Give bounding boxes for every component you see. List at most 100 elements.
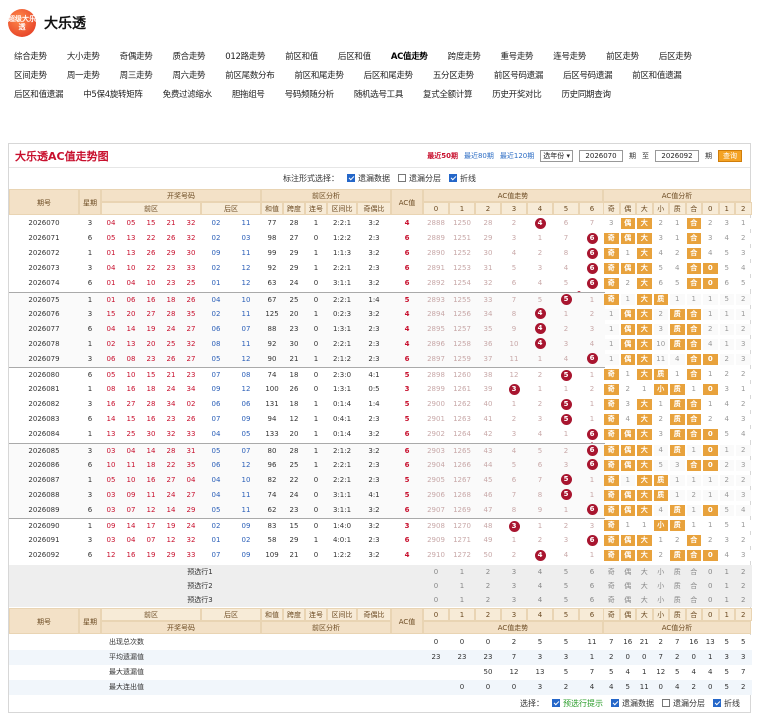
nav-item[interactable]: 跨度走势	[448, 48, 481, 67]
nav-item[interactable]: 前区和值	[285, 48, 318, 67]
footer-option-predict[interactable]: 预选行提示	[552, 698, 603, 709]
nav-item[interactable]: 大小走势	[67, 48, 100, 67]
front-number: 06	[101, 351, 121, 367]
ac-value: 5	[391, 367, 423, 383]
week-cell: 3	[79, 261, 101, 277]
nav-item[interactable]: 重号走势	[500, 48, 533, 67]
ac-col-header: 5	[553, 202, 579, 215]
nav-item[interactable]: 前区和值遗漏	[632, 67, 682, 86]
option-missing-layer[interactable]: 遗漏分层	[398, 173, 441, 184]
ac-miss: 37	[475, 351, 501, 367]
sum-cell: 74	[261, 487, 283, 503]
nav-item[interactable]: AC值走势	[391, 48, 428, 67]
recent-50-link[interactable]: 最近50期	[427, 151, 458, 161]
an-cell: 3	[653, 233, 668, 245]
an-cell: 奇	[604, 399, 619, 411]
ac-miss: 2891	[423, 261, 449, 277]
recent-120-link[interactable]: 最近120期	[500, 151, 534, 161]
nav-item[interactable]: 中5保4旋转矩阵	[83, 86, 143, 105]
nav-item[interactable]: 随机选号工具	[354, 86, 404, 105]
an-col-header: 偶	[619, 608, 636, 622]
nav-item[interactable]: 周六走势	[172, 67, 205, 86]
an-col-header: 1	[718, 608, 735, 622]
week-cell: 6	[79, 412, 101, 428]
nav-item[interactable]: 周三走势	[120, 67, 153, 86]
ac-ball-number: 6	[586, 232, 598, 244]
nav-item[interactable]: 综合走势	[14, 48, 47, 67]
an-cell: 1	[670, 218, 685, 230]
an-col-header: 2	[735, 202, 752, 215]
nav-item[interactable]: 历史同期查询	[561, 86, 611, 105]
ac-ball-number: 4	[534, 217, 546, 229]
nav-item[interactable]: 区间走势	[14, 67, 47, 86]
ac-miss: 1	[579, 472, 605, 488]
ac-miss: 1256	[449, 306, 475, 322]
ac-miss: 28	[475, 216, 501, 232]
par-cell: 1:4	[357, 397, 391, 413]
back-number: 02	[231, 533, 261, 549]
nav-item[interactable]: 胆拖组号	[232, 86, 265, 105]
an-cell: 1	[703, 474, 718, 486]
con-cell: 1	[305, 261, 327, 277]
front-number: 32	[181, 231, 201, 247]
nav-item[interactable]: 后区走势	[659, 48, 692, 67]
con-cell: 0	[305, 382, 327, 398]
an-cell: 合	[686, 233, 701, 245]
to-period-input[interactable]: 2026092	[655, 149, 699, 162]
query-button[interactable]: 查询	[718, 149, 742, 162]
nav-item[interactable]: 前区尾数分布	[225, 67, 275, 86]
nav-item[interactable]: 前区走势	[606, 48, 639, 67]
an-cell: 大	[637, 233, 652, 245]
ac-miss: 1	[579, 397, 605, 413]
ac-miss: 1272	[449, 548, 475, 564]
ac-miss: 2	[579, 306, 605, 322]
nav-item[interactable]: 免费过滤缩水	[163, 86, 213, 105]
an-cell: 奇	[604, 293, 619, 305]
an-cell: 1	[604, 353, 619, 365]
nav-item[interactable]: 奇偶走势	[120, 48, 153, 67]
nav-item[interactable]: 连号走势	[553, 48, 586, 67]
nav-item[interactable]: 前区和尾走势	[294, 67, 344, 86]
front-number: 15	[141, 216, 161, 232]
an-cell: 4	[670, 263, 685, 275]
year-select[interactable]: 选年份 ▾	[540, 149, 573, 162]
nav-item[interactable]: 质合走势	[172, 48, 205, 67]
nav-item[interactable]: 后区和值遗漏	[14, 86, 64, 105]
footer-option-missing[interactable]: 遗漏数据	[611, 698, 654, 709]
option-label: 遗漏数据	[358, 173, 390, 183]
nav-item[interactable]: 五分区走势	[433, 67, 474, 86]
an-cell: 2	[719, 474, 734, 486]
footer-option-line[interactable]: 折线	[713, 698, 740, 709]
an-cell: 3	[736, 338, 751, 350]
nav-item[interactable]: 历史开奖对比	[492, 86, 542, 105]
an-cell: 1	[670, 233, 685, 245]
an-cell: 4	[653, 444, 668, 456]
nav-item[interactable]: 前区号码遗漏	[494, 67, 544, 86]
nav-item[interactable]: 后区和尾走势	[364, 67, 414, 86]
option-missing-data[interactable]: 遗漏数据	[347, 173, 390, 184]
back-number: 11	[231, 216, 261, 232]
an-col-header: 奇	[603, 608, 620, 622]
nav-item[interactable]: 号码频随分析	[285, 86, 335, 105]
nav-item[interactable]: 后区和值	[338, 48, 371, 67]
option-polyline[interactable]: 折线	[449, 173, 476, 184]
from-period-input[interactable]: 2026070	[579, 149, 623, 162]
sum-cell: 88	[261, 321, 283, 337]
sum-cell: 125	[261, 306, 283, 322]
ac-header: AC值	[391, 608, 423, 635]
ac-miss: 2895	[423, 321, 449, 337]
nav-item[interactable]: 周一走势	[67, 67, 100, 86]
footer-option-layer[interactable]: 遗漏分层	[662, 698, 705, 709]
front-number: 29	[161, 548, 181, 564]
nav-item[interactable]: 后区号码遗漏	[563, 67, 613, 86]
an-cell: 奇	[604, 263, 619, 275]
an-cell: 2	[703, 323, 718, 335]
par-cell: 2:3	[357, 351, 391, 367]
recent-80-link[interactable]: 最近80期	[464, 151, 494, 161]
nav-item[interactable]: 复式全额计算	[423, 86, 473, 105]
ratio-cell: 4:0:1	[327, 533, 357, 549]
front-number: 08	[101, 382, 121, 398]
an-cell: 2	[736, 369, 751, 381]
front-number: 22	[141, 231, 161, 247]
nav-item[interactable]: 012路走势	[225, 48, 265, 67]
